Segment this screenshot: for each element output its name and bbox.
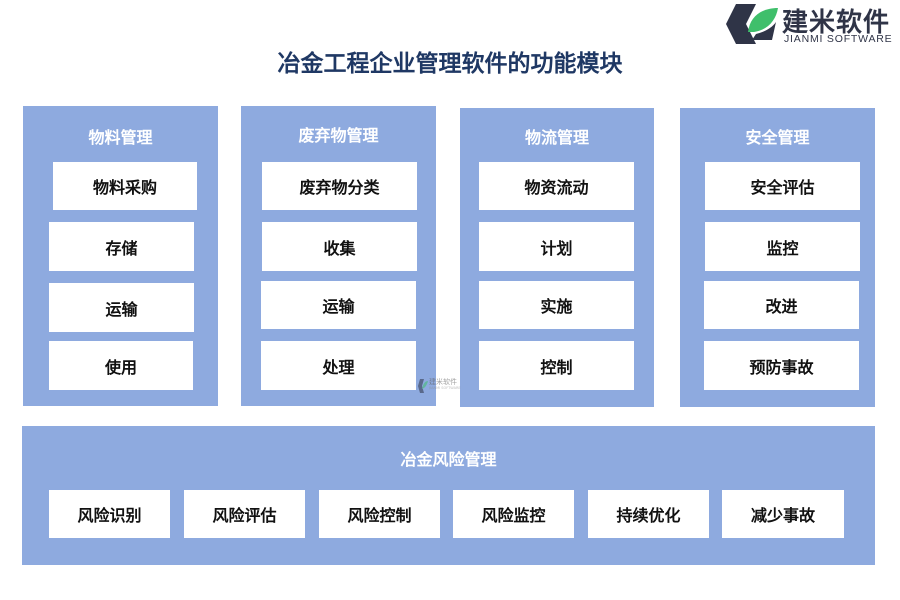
- module-item: 存储: [49, 222, 194, 271]
- module-item: 物资流动: [479, 162, 634, 210]
- module-title: 物流管理: [524, 128, 589, 147]
- risk-item: 风险控制: [319, 490, 440, 538]
- watermark-logo-icon: [418, 379, 428, 393]
- module-item: 废弃物分类: [262, 162, 417, 210]
- module-item: 安全评估: [705, 162, 860, 210]
- module-title: 废弃物管理: [298, 126, 379, 145]
- module-item: 收集: [262, 222, 417, 271]
- module-item: 运输: [49, 283, 194, 332]
- page-title: 冶金工程企业管理软件的功能模块: [277, 51, 623, 77]
- risk-item: 风险监控: [453, 490, 574, 538]
- module-title: 安全管理: [745, 128, 810, 147]
- module-item: 实施: [479, 281, 634, 329]
- module-item: 使用: [49, 341, 193, 390]
- brand-logo: 建米软件 JIANMI SOFTWARE: [726, 2, 900, 46]
- module-item: 控制: [479, 341, 634, 390]
- risk-item: 持续优化: [588, 490, 709, 538]
- module-panel-logistics: 物流管理 物资流动 计划 实施 控制: [460, 108, 654, 407]
- module-panel-risk: 冶金风险管理 风险识别 风险评估 风险控制 风险监控 持续优化 减少事故: [22, 426, 875, 565]
- watermark: 建米软件 JIANMI SOFTWARE: [418, 377, 461, 395]
- module-item: 处理: [261, 341, 416, 390]
- module-item: 运输: [261, 281, 416, 329]
- module-title: 冶金风险管理: [400, 450, 497, 469]
- risk-item: 风险识别: [49, 490, 170, 538]
- module-panel-safety: 安全管理 安全评估 监控 改进 预防事故: [680, 108, 875, 407]
- watermark-name-en: JIANMI SOFTWARE: [429, 386, 461, 390]
- risk-item: 风险评估: [184, 490, 305, 538]
- module-item: 监控: [705, 222, 860, 271]
- module-title: 物料管理: [88, 128, 153, 147]
- logo-mark-icon: [726, 4, 778, 44]
- module-item: 预防事故: [704, 341, 859, 390]
- risk-item: 减少事故: [722, 490, 844, 538]
- module-item: 计划: [479, 222, 634, 271]
- module-panel-material: 物料管理 物料采购 存储 运输 使用: [23, 106, 218, 406]
- module-item: 改进: [704, 281, 859, 329]
- module-panel-waste: 废弃物管理 废弃物分类 收集 运输 处理: [241, 106, 436, 406]
- module-item: 物料采购: [53, 162, 197, 210]
